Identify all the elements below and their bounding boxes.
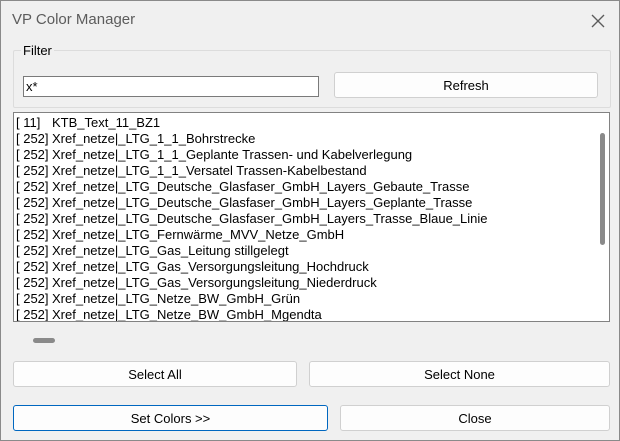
layer-color-number: [ 252] [16, 131, 49, 146]
select-none-button[interactable]: Select None [309, 361, 610, 387]
layer-color-number: [ 252] [16, 291, 49, 306]
layer-color-number: [ 252] [16, 243, 49, 258]
close-icon[interactable] [587, 10, 609, 32]
layer-color-number: [ 252] [16, 147, 49, 162]
layer-color-number: [ 252] [16, 163, 49, 178]
layer-listbox[interactable]: [ 11] KTB_Text_11_BZ1[ 252] Xref_netze|_LT… [13, 112, 610, 322]
dialog-window: VP Color Manager Filter Refresh [ 11] KTB… [0, 0, 620, 441]
filter-input[interactable] [23, 76, 319, 97]
layer-name: Xref_netze|_LTG_Deutsche_Glasfaser_GmbH_… [52, 195, 473, 210]
list-item[interactable]: [ 252] Xref_netze|_LTG_1_1_Bohrstrecke [16, 131, 488, 147]
layer-name: KTB_Text_11_BZ1 [52, 115, 161, 130]
layer-name: Xref_netze|_LTG_1_1_Versatel Trassen-Kab… [52, 163, 367, 178]
list-item[interactable]: [ 252] Xref_netze|_LTG_1_1_Versatel Trass… [16, 163, 488, 179]
title-bar[interactable]: VP Color Manager [1, 1, 619, 39]
list-item[interactable]: [ 252] Xref_netze|_LTG_Netze_BW_GmbH_Mgen… [16, 307, 488, 322]
refresh-button[interactable]: Refresh [334, 72, 598, 98]
layer-name: Xref_netze|_LTG_Deutsche_Glasfaser_GmbH_… [52, 211, 488, 226]
layer-color-number: [ 252] [16, 195, 49, 210]
layer-name: Xref_netze|_LTG_Fernwärme_MVV_Netze_GmbH [52, 227, 345, 242]
layer-color-number: [ 252] [16, 307, 49, 322]
layer-name: Xref_netze|_LTG_1_1_Bohrstrecke [52, 131, 256, 146]
list-item[interactable]: [ 252] Xref_netze|_LTG_Deutsche_Glasfaser… [16, 195, 488, 211]
layer-list: [ 11] KTB_Text_11_BZ1[ 252] Xref_netze|_LT… [16, 115, 488, 322]
list-item[interactable]: [ 252] Xref_netze|_LTG_Gas_Versorgungslei… [16, 259, 488, 275]
layer-name: Xref_netze|_LTG_Gas_Leitung stillgelegt [52, 243, 289, 258]
set-colors-button[interactable]: Set Colors >> [13, 405, 328, 431]
list-item[interactable]: [ 252] Xref_netze|_LTG_1_1_Geplante Trass… [16, 147, 488, 163]
list-item[interactable]: [ 252] Xref_netze|_LTG_Deutsche_Glasfaser… [16, 179, 488, 195]
layer-color-number: [ 252] [16, 275, 49, 290]
close-button[interactable]: Close [340, 405, 610, 431]
filter-group-label: Filter [21, 43, 54, 58]
layer-color-number: [ 252] [16, 259, 49, 274]
layer-color-number: [ 11] [16, 115, 41, 130]
layer-name: Xref_netze|_LTG_1_1_Geplante Trassen- un… [52, 147, 413, 162]
layer-name: Xref_netze|_LTG_Netze_BW_GmbH_Mgendta [52, 307, 322, 322]
window-title: VP Color Manager [12, 11, 136, 28]
layer-name: Xref_netze|_LTG_Gas_Versorgungsleitung_H… [52, 259, 369, 274]
list-item[interactable]: [ 252] Xref_netze|_LTG_Fernwärme_MVV_Netz… [16, 227, 488, 243]
list-item[interactable]: [ 252] Xref_netze|_LTG_Netze_BW_GmbH_Grün [16, 291, 488, 307]
layer-name: Xref_netze|_LTG_Netze_BW_GmbH_Grün [52, 291, 301, 306]
vertical-scrollbar[interactable] [600, 133, 605, 245]
list-item[interactable]: [ 252] Xref_netze|_LTG_Deutsche_Glasfaser… [16, 211, 488, 227]
list-item[interactable]: [ 11] KTB_Text_11_BZ1 [16, 115, 488, 131]
layer-color-number: [ 252] [16, 211, 49, 226]
layer-color-number: [ 252] [16, 179, 49, 194]
layer-color-number: [ 252] [16, 227, 49, 242]
layer-name: Xref_netze|_LTG_Gas_Versorgungsleitung_N… [52, 275, 377, 290]
list-item[interactable]: [ 252] Xref_netze|_LTG_Gas_Leitung stillg… [16, 243, 488, 259]
layer-name: Xref_netze|_LTG_Deutsche_Glasfaser_GmbH_… [52, 179, 470, 194]
horizontal-scrollbar[interactable] [33, 338, 55, 343]
list-item[interactable]: [ 252] Xref_netze|_LTG_Gas_Versorgungslei… [16, 275, 488, 291]
select-all-button[interactable]: Select All [13, 361, 297, 387]
